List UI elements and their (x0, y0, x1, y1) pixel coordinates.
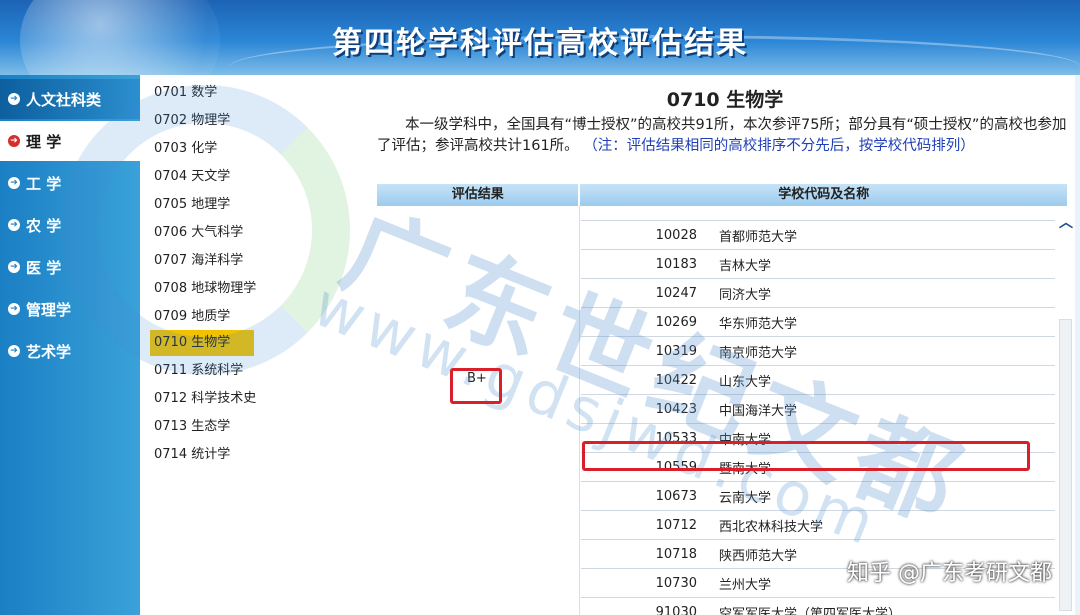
footer-watermark: 知乎 @广东考研文都 (847, 561, 1052, 586)
school-name: 首都师范大学 (719, 229, 798, 245)
arrow-right-icon: ➔ (8, 261, 20, 273)
table-row: 10028 首都师范大学 (581, 221, 1055, 250)
description-note: （注：评估结果相同的高校排序不分先后，按学校代码排列） (583, 138, 975, 154)
chevron-up-icon[interactable]: ︿ (1059, 212, 1073, 232)
header-banner: 第四轮学科评估高校评估结果 (0, 0, 1080, 75)
arrow-right-icon: ➔ (8, 93, 20, 105)
row-highlight-box (582, 441, 1030, 471)
sidebar-item-label: 理 学 (26, 132, 62, 151)
sidebar-item-label: 农 学 (26, 216, 62, 235)
table-row: 91030 空军军医大学（第四军医大学） (581, 598, 1055, 615)
sidebar-item-label: 管理学 (26, 300, 72, 319)
arrow-right-icon: ➔ (8, 135, 20, 147)
sidebar-item-label: 人文社科类 (26, 90, 102, 109)
scrollbar-thumb[interactable] (1059, 319, 1072, 611)
discipline-item[interactable]: 0712 科学技术史 (150, 386, 260, 412)
description: 本一级学科中，全国具有“博士授权”的高校共91所，本次参评75所；部分具有“硕士… (377, 115, 1069, 157)
discipline-heading: 0710 生物学 (666, 89, 784, 111)
arrow-right-icon: ➔ (8, 303, 20, 315)
discipline-item[interactable]: 0713 生态学 (150, 414, 234, 440)
school-name: 空军军医大学（第四军医大学） (719, 606, 902, 615)
school-code: 10712 (655, 517, 697, 533)
arrow-right-icon: ➔ (8, 345, 20, 357)
school-code: 10028 (655, 227, 697, 243)
column-header-school: 学校代码及名称 (580, 184, 1069, 206)
sidebar-item-label: 艺术学 (26, 342, 72, 361)
discipline-item[interactable]: 0714 统计学 (150, 442, 234, 468)
page-title: 第四轮学科评估高校评估结果 (332, 26, 748, 61)
sidebar-item-label: 工 学 (26, 174, 62, 193)
table-row: 10183 吉林大学 (581, 250, 1055, 279)
school-name: 同济大学 (719, 287, 772, 303)
sidebar-item-label: 医 学 (26, 258, 62, 277)
arrow-right-icon: ➔ (8, 219, 20, 231)
school-code: 10718 (655, 546, 697, 562)
table-scrollbar[interactable]: ︿ (1055, 206, 1075, 615)
table-header: 评估结果 学校代码及名称 (377, 184, 1069, 206)
table-row-partial (581, 206, 1055, 221)
grade-highlight-box (450, 368, 502, 404)
school-code: 10730 (655, 575, 697, 591)
arrow-right-icon: ➔ (8, 177, 20, 189)
school-code: 91030 (655, 604, 697, 615)
school-name: 吉林大学 (719, 258, 772, 274)
